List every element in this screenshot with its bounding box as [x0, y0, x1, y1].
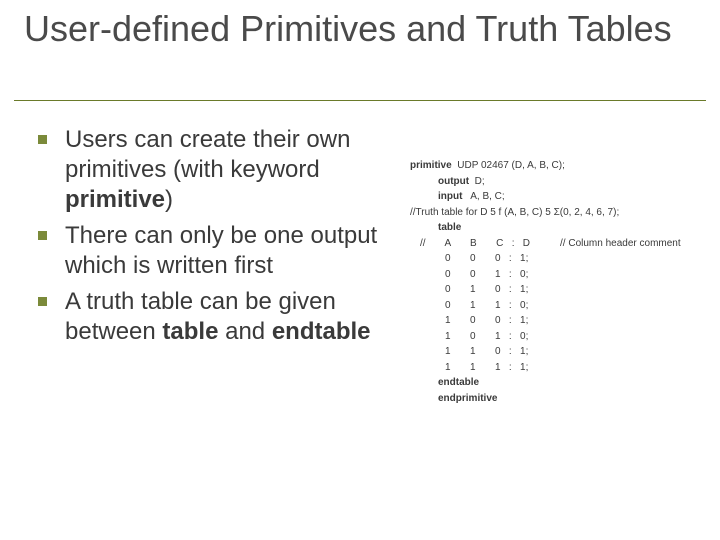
- keyword: input: [438, 191, 462, 202]
- truth-table-row: 1 0 0 : 1;: [410, 313, 710, 329]
- code-comment: // Column header comment: [530, 236, 681, 252]
- list-item: Users can create their own primitives (w…: [34, 125, 402, 215]
- bullet-list: Users can create their own primitives (w…: [34, 125, 402, 353]
- list-item: A truth table can be given between table…: [34, 287, 402, 347]
- code-text: D;: [469, 176, 485, 187]
- code-line: endprimitive: [410, 391, 710, 407]
- code-line: input A, B, C;: [410, 189, 710, 205]
- keyword: endtable: [438, 377, 479, 388]
- truth-table-row: 0 1 0 : 1;: [410, 282, 710, 298]
- text-run: Users can create their own primitives (w…: [65, 126, 350, 183]
- bullet-square-icon: [38, 135, 47, 144]
- text-run: ): [165, 186, 173, 213]
- code-comment: //Truth table for D 5 f (A, B, C) 5 Σ(0,…: [410, 205, 710, 221]
- text-run: There can only be one output which is wr…: [65, 222, 377, 279]
- truth-table-row: 0 0 0 : 1;: [410, 251, 710, 267]
- keyword-bold: endtable: [272, 318, 371, 345]
- bullet-text: There can only be one output which is wr…: [65, 221, 402, 281]
- code-snippet: primitive UDP 02467 (D, A, B, C); output…: [410, 158, 710, 406]
- keyword: primitive: [410, 160, 452, 171]
- list-item: There can only be one output which is wr…: [34, 221, 402, 281]
- title-underline: [14, 100, 706, 101]
- truth-table-row: 0 1 1 : 0;: [410, 298, 710, 314]
- code-text: A, B, C;: [462, 191, 504, 202]
- truth-table-header: // A B C : D// Column header comment: [410, 236, 710, 252]
- keyword: endprimitive: [438, 393, 497, 404]
- keyword-bold: table: [162, 318, 218, 345]
- code-line: table: [410, 220, 710, 236]
- truth-table-row: 1 0 1 : 0;: [410, 329, 710, 345]
- truth-table-row: 1 1 1 : 1;: [410, 360, 710, 376]
- code-text: UDP 02467 (D, A, B, C);: [452, 160, 565, 171]
- bullet-text: Users can create their own primitives (w…: [65, 125, 402, 215]
- keyword: table: [438, 222, 461, 233]
- bullet-text: A truth table can be given between table…: [65, 287, 402, 347]
- bullet-square-icon: [38, 297, 47, 306]
- code-line: output D;: [410, 174, 710, 190]
- code-line: primitive UDP 02467 (D, A, B, C);: [410, 158, 710, 174]
- keyword: output: [438, 176, 469, 187]
- page-title: User-defined Primitives and Truth Tables: [24, 8, 696, 55]
- keyword-bold: primitive: [65, 186, 165, 213]
- truth-table-row: 1 1 0 : 1;: [410, 344, 710, 360]
- code-line: endtable: [410, 375, 710, 391]
- text-run: and: [218, 318, 271, 345]
- code-text: // A B C : D: [420, 238, 530, 249]
- bullet-square-icon: [38, 231, 47, 240]
- truth-table-row: 0 0 1 : 0;: [410, 267, 710, 283]
- title-block: User-defined Primitives and Truth Tables: [24, 8, 696, 55]
- slide: User-defined Primitives and Truth Tables…: [0, 0, 720, 540]
